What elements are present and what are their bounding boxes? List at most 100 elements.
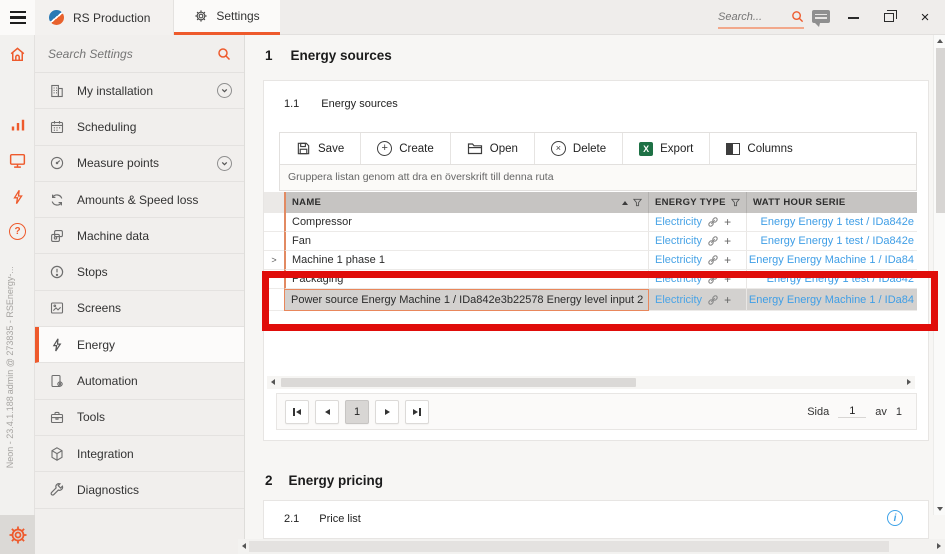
delete-button[interactable]: × Delete [535, 133, 623, 164]
sidebar-item-stops[interactable]: Stops [35, 254, 244, 290]
first-page-button[interactable] [285, 400, 309, 424]
scroll-down-icon[interactable] [937, 507, 943, 511]
titlebar-search-input[interactable] [718, 11, 780, 23]
sidebar-item-tools[interactable]: Tools [35, 400, 244, 436]
cell-energy-type[interactable]: Electricity + [649, 289, 747, 311]
tab-settings[interactable]: Settings [174, 0, 280, 35]
search-icon[interactable] [791, 10, 804, 23]
add-icon[interactable]: + [724, 215, 731, 229]
save-button[interactable]: Save [280, 133, 361, 164]
page-number-input[interactable] [838, 405, 866, 418]
section-1-heading: 1 Energy sources [265, 48, 392, 63]
column-header-energy-type[interactable]: ENERGY TYPE [649, 192, 747, 213]
cell-name[interactable]: Compressor [284, 213, 649, 232]
sidebar-search[interactable] [35, 35, 244, 73]
minimize-button[interactable] [840, 0, 866, 35]
cell-name[interactable]: Machine 1 phase 1 [284, 251, 649, 270]
hamburger-menu-button[interactable] [0, 0, 35, 35]
cell-energy-type[interactable]: Electricity + [649, 213, 747, 232]
settings-gear-button[interactable] [0, 515, 35, 554]
columns-button[interactable]: Columns [710, 133, 808, 164]
help-icon[interactable]: ? [8, 222, 27, 241]
screens-monitor-icon[interactable] [8, 151, 27, 170]
subsection-1-1-heading: 1.1 Energy sources [284, 98, 398, 110]
analytics-chart-icon[interactable] [8, 115, 27, 134]
chevron-down-icon[interactable] [217, 83, 232, 98]
scrollbar-thumb[interactable] [281, 378, 636, 387]
scrollbar-thumb[interactable] [936, 48, 945, 213]
cell-watt-hour-serie[interactable]: Energy Energy Machine 1 / IDa84 [747, 251, 917, 270]
link-icon[interactable] [707, 254, 719, 266]
cell-energy-type[interactable]: Electricity + [649, 232, 747, 251]
add-icon[interactable]: + [724, 293, 731, 307]
cell-watt-hour-serie[interactable]: Energy Energy 1 test / IDa842e [747, 232, 917, 251]
table-horizontal-scrollbar[interactable] [267, 376, 915, 389]
scroll-left-icon[interactable] [271, 379, 275, 385]
scroll-right-icon[interactable] [937, 543, 941, 549]
home-icon[interactable] [8, 45, 27, 64]
last-page-button[interactable] [405, 400, 429, 424]
window-horizontal-scrollbar[interactable] [238, 539, 945, 554]
row-expander-icon[interactable]: > [264, 251, 284, 270]
scrollbar-thumb[interactable] [249, 541, 889, 552]
current-page-button[interactable]: 1 [345, 400, 369, 424]
titlebar: RS Production Settings × [0, 0, 945, 35]
sidebar-search-input[interactable] [48, 47, 198, 61]
cell-name[interactable]: Fan [284, 232, 649, 251]
scroll-left-icon[interactable] [242, 543, 246, 549]
search-icon[interactable] [217, 47, 231, 61]
sidebar-item-machine-data[interactable]: Machine data [35, 218, 244, 254]
cell-watt-hour-serie[interactable]: Energy Energy 1 test / IDa842 [747, 270, 917, 289]
sidebar-item-diagnostics[interactable]: Diagnostics [35, 472, 244, 508]
open-button[interactable]: Open [451, 133, 535, 164]
sidebar-item-integration[interactable]: Integration [35, 436, 244, 472]
cell-name[interactable]: Power source Energy Machine 1 / IDa842e3… [284, 289, 649, 311]
link-icon[interactable] [707, 273, 719, 285]
main-vertical-scrollbar[interactable] [933, 35, 945, 515]
sidebar-item-screens[interactable]: Screens [35, 291, 244, 327]
export-button[interactable]: X Export [623, 133, 710, 164]
cell-watt-hour-serie[interactable]: Energy Energy Machine 1 / IDa84 [747, 289, 917, 311]
info-icon[interactable]: i [887, 510, 903, 526]
cell-energy-type[interactable]: Electricity + [649, 251, 747, 270]
energy-bolt-icon[interactable] [8, 187, 27, 206]
column-header-name[interactable]: NAME [284, 192, 649, 213]
cell-watt-hour-serie[interactable]: Energy Energy 1 test / IDa842e [747, 213, 917, 232]
cell-name[interactable]: Packaging [284, 270, 649, 289]
create-button[interactable]: + Create [361, 133, 451, 164]
filter-icon[interactable] [731, 198, 740, 207]
chevron-down-icon[interactable] [217, 156, 232, 171]
sidebar-item-measure-points[interactable]: Measure points [35, 146, 244, 182]
add-icon[interactable]: + [724, 234, 731, 248]
feedback-chat-icon[interactable] [812, 10, 830, 23]
restore-window-button[interactable] [876, 0, 902, 35]
table-row[interactable]: Compressor Electricity + Energy Energy 1… [264, 213, 917, 232]
add-icon[interactable]: + [724, 253, 731, 267]
columns-icon [726, 143, 740, 155]
scroll-up-icon[interactable] [937, 39, 943, 43]
group-by-drop-zone[interactable]: Gruppera listan genom att dra en överskr… [279, 165, 917, 191]
table-row[interactable]: Packaging Electricity + Energy Energy 1 … [264, 270, 917, 289]
filter-icon[interactable] [633, 198, 642, 207]
column-header-watt-hour-serie[interactable]: WATT HOUR SERIE [747, 192, 917, 213]
sidebar-item-amounts-speed-loss[interactable]: Amounts & Speed loss [35, 182, 244, 218]
sidebar-item-my-installation[interactable]: My installation [35, 73, 244, 109]
link-icon[interactable] [707, 294, 719, 306]
sidebar-item-energy[interactable]: Energy [35, 327, 244, 363]
next-page-button[interactable] [375, 400, 399, 424]
sidebar-item-scheduling[interactable]: Scheduling [35, 109, 244, 145]
cell-energy-type[interactable]: Electricity + [649, 270, 747, 289]
table-row-selected[interactable]: Power source Energy Machine 1 / IDa842e3… [264, 289, 917, 311]
sidebar-item-automation[interactable]: Automation [35, 363, 244, 399]
close-button[interactable]: × [912, 0, 938, 35]
tab-rs-production[interactable]: RS Production [35, 0, 174, 35]
link-icon[interactable] [707, 216, 719, 228]
table-row[interactable]: > Machine 1 phase 1 Electricity + Energy… [264, 251, 917, 270]
add-icon[interactable]: + [724, 272, 731, 286]
link-icon[interactable] [707, 235, 719, 247]
titlebar-search[interactable] [718, 6, 804, 29]
scroll-right-icon[interactable] [907, 379, 911, 385]
table-row[interactable]: Fan Electricity + Energy Energy 1 test /… [264, 232, 917, 251]
previous-page-button[interactable] [315, 400, 339, 424]
section-number: 1 [265, 48, 273, 63]
